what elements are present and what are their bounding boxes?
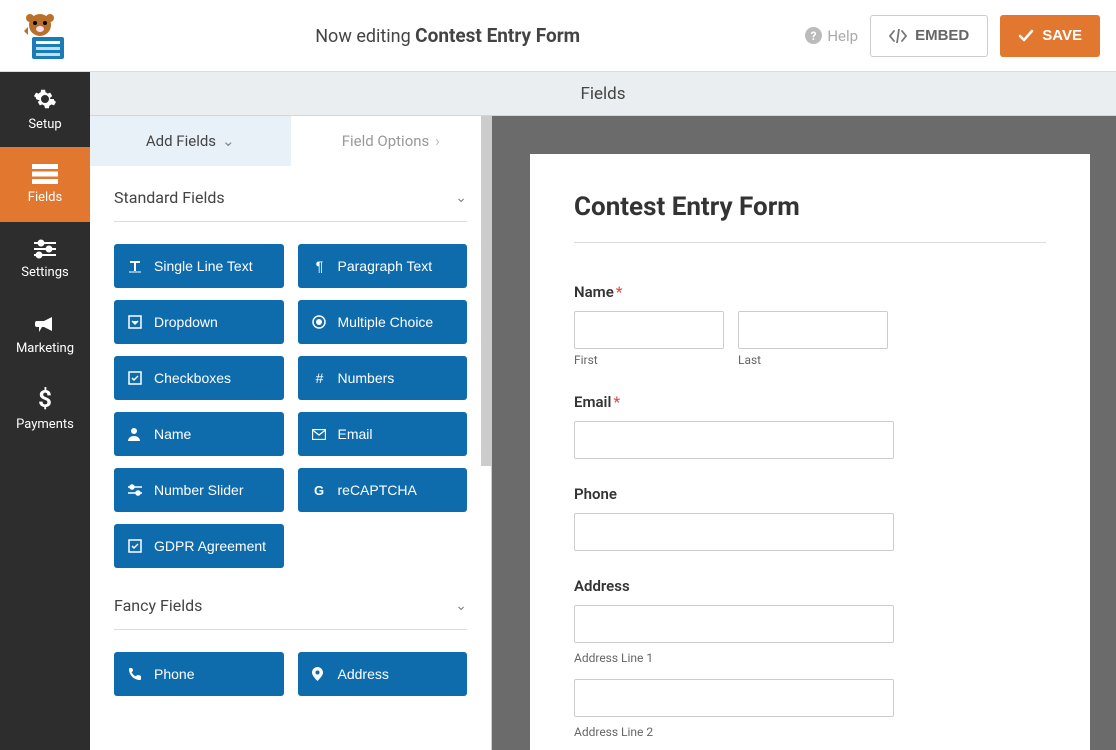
addr2-sublabel: Address Line 2 (574, 725, 1046, 739)
chevron-down-icon: ⌄ (455, 598, 467, 614)
tab-field-options[interactable]: Field Options › (291, 116, 492, 166)
google-icon: G (312, 483, 328, 497)
form-icon (32, 164, 58, 184)
svg-text:G: G (313, 483, 323, 497)
embed-button[interactable]: EMBED (870, 15, 988, 57)
field-name[interactable]: Name (114, 412, 284, 456)
first-sublabel: First (574, 353, 724, 367)
phone-label: Phone (574, 485, 1046, 503)
address-line2-input[interactable] (574, 679, 894, 717)
save-button[interactable]: SAVE (1000, 15, 1100, 57)
phone-input[interactable] (574, 513, 894, 551)
sidenav-item-setup[interactable]: Setup (0, 72, 90, 147)
field-numbers[interactable]: #Numbers (298, 356, 468, 400)
phone-icon (128, 668, 144, 681)
tab-add-fields[interactable]: Add Fields ⌄ (90, 116, 291, 166)
chevron-down-icon: ⌄ (455, 190, 467, 206)
sidenav-item-fields[interactable]: Fields (0, 147, 90, 222)
section-standard-fields[interactable]: Standard Fields ⌄ (114, 188, 467, 222)
envelope-icon (312, 429, 328, 440)
hash-icon: # (312, 370, 328, 386)
sidenav-label: Payments (16, 417, 74, 432)
dot-circle-icon (312, 315, 328, 329)
sidenav-item-payments[interactable]: $ Payments (0, 372, 90, 447)
field-email[interactable]: Email (298, 412, 468, 456)
bullhorn-icon (33, 313, 57, 335)
sliders-h-icon (128, 484, 144, 496)
sliders-icon (34, 239, 56, 259)
field-number-slider[interactable]: Number Slider (114, 468, 284, 512)
chevron-down-icon: ⌄ (222, 132, 235, 150)
first-name-input[interactable] (574, 311, 724, 349)
scrollbar[interactable] (481, 116, 491, 466)
last-sublabel: Last (738, 353, 888, 367)
field-paragraph-text[interactable]: ¶Paragraph Text (298, 244, 468, 288)
sidenav-label: Marketing (16, 341, 74, 356)
field-multiple-choice[interactable]: Multiple Choice (298, 300, 468, 344)
sidenav-item-settings[interactable]: Settings (0, 222, 90, 297)
name-label: Name* (574, 283, 1046, 301)
caret-square-icon (128, 315, 144, 329)
check-square-icon (128, 539, 144, 553)
email-input[interactable] (574, 421, 894, 459)
sidenav-label: Fields (28, 190, 62, 205)
sidenav-label: Setup (28, 117, 61, 132)
side-nav: Setup Fields Settings Marketing $ Paymen… (0, 72, 90, 750)
field-dropdown[interactable]: Dropdown (114, 300, 284, 344)
text-icon (128, 259, 144, 273)
form-preview: Contest Entry Form Name* First Last (530, 154, 1090, 750)
dollar-icon: $ (37, 387, 53, 411)
field-gdpr[interactable]: GDPR Agreement (114, 524, 284, 568)
address-label: Address (574, 577, 1046, 595)
field-single-line-text[interactable]: Single Line Text (114, 244, 284, 288)
page-title: Now editing Contest Entry Form (90, 24, 805, 47)
field-recaptcha[interactable]: GreCAPTCHA (298, 468, 468, 512)
chevron-right-icon: › (435, 132, 440, 150)
check-icon (1018, 29, 1034, 43)
svg-text:$: $ (38, 387, 52, 411)
code-icon (889, 29, 907, 43)
form-title: Contest Entry Form (574, 192, 1046, 243)
user-icon (128, 427, 144, 441)
gear-icon (33, 87, 57, 111)
help-link[interactable]: ? Help (805, 27, 858, 45)
app-logo (0, 0, 90, 72)
sidenav-label: Settings (21, 265, 68, 280)
map-marker-icon (312, 667, 328, 681)
check-square-icon (128, 371, 144, 385)
sidenav-item-marketing[interactable]: Marketing (0, 297, 90, 372)
section-fancy-fields[interactable]: Fancy Fields ⌄ (114, 596, 467, 630)
svg-text:?: ? (811, 29, 817, 43)
address-line1-input[interactable] (574, 605, 894, 643)
paragraph-icon: ¶ (312, 258, 328, 274)
email-label: Email* (574, 393, 1046, 411)
panel-header: Fields (90, 72, 1116, 116)
addr1-sublabel: Address Line 1 (574, 651, 1046, 665)
last-name-input[interactable] (738, 311, 888, 349)
help-icon: ? (805, 27, 822, 44)
field-address[interactable]: Address (298, 652, 468, 696)
field-phone[interactable]: Phone (114, 652, 284, 696)
field-checkboxes[interactable]: Checkboxes (114, 356, 284, 400)
